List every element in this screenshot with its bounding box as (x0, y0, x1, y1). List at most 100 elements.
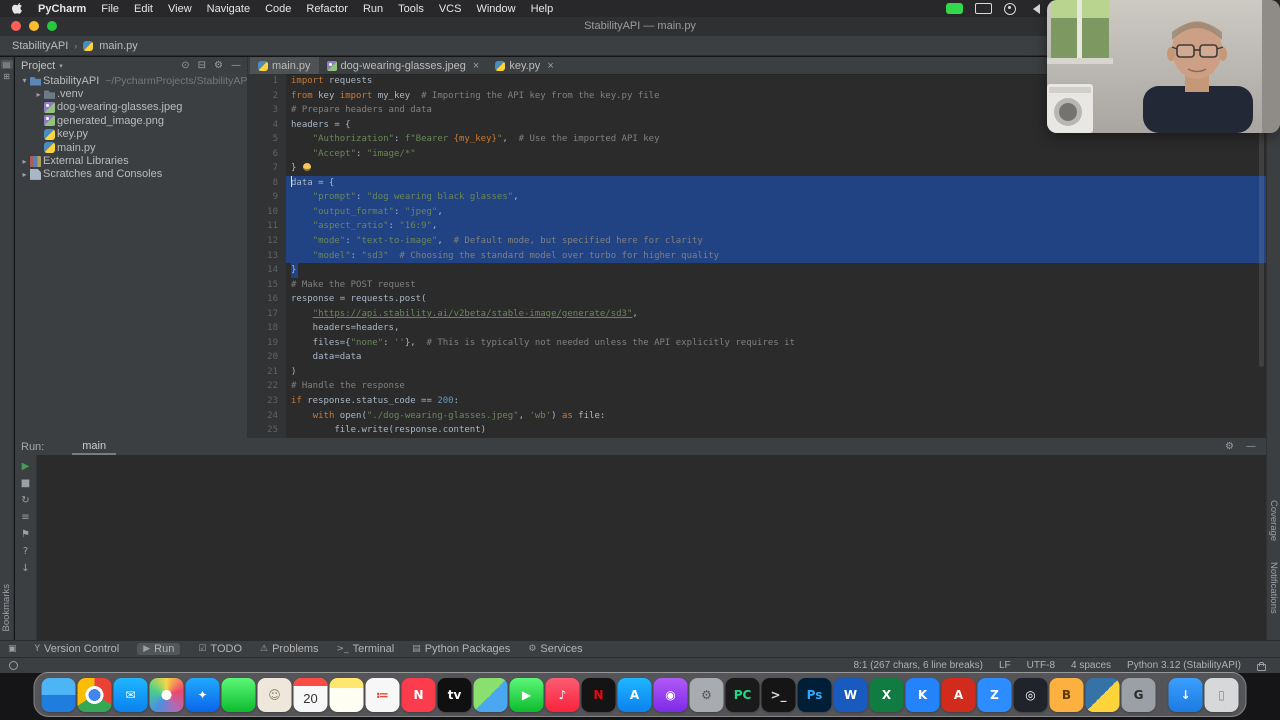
line-number[interactable]: 12 (248, 234, 286, 249)
close-tab-icon[interactable]: × (547, 60, 553, 72)
dock-github-icon[interactable]: G (1121, 677, 1156, 712)
toolwindow-switcher-icon[interactable]: ▣ (8, 644, 17, 654)
line-number[interactable]: 7 (248, 161, 286, 176)
code-line-15[interactable]: 15 # Make the POST request (248, 277, 1266, 293)
dock-mail-icon[interactable]: ✉ (113, 677, 148, 712)
code-line-text[interactable]: "output_format": "jpeg", (286, 204, 1266, 220)
line-number[interactable]: 15 (248, 277, 286, 293)
menu-item-tools[interactable]: Tools (398, 3, 424, 15)
line-number[interactable]: 24 (248, 408, 286, 424)
code-line-20[interactable]: 20 data=data (248, 350, 1266, 365)
code-line-8[interactable]: 8 data = { (248, 175, 1266, 191)
toolwindow-button-run[interactable]: ▶ Run (137, 643, 181, 655)
close-tab-icon[interactable]: × (473, 60, 479, 72)
menu-item-help[interactable]: Help (531, 3, 554, 15)
record-icon[interactable] (1004, 2, 1016, 15)
line-number[interactable]: 20 (248, 350, 286, 365)
dock-homebrew-icon[interactable]: B (1049, 677, 1084, 712)
line-number[interactable]: 2 (248, 88, 286, 104)
run-settings-icon[interactable]: ⚙ (1225, 441, 1234, 452)
dock-zoom-icon[interactable]: Z (977, 677, 1012, 712)
code-line-11[interactable]: 11 "aspect_ratio": "16:9", (248, 219, 1266, 235)
toolwindow-button-problems[interactable]: ⚠ Problems (260, 643, 319, 655)
chevron-icon[interactable]: ▸ (19, 157, 30, 166)
scroll-to-end-icon[interactable]: ↓ (21, 563, 29, 574)
line-number[interactable]: 22 (248, 379, 286, 395)
code-line-18[interactable]: 18 headers=headers, (248, 321, 1266, 336)
code-line-22[interactable]: 22 # Handle the response (248, 379, 1266, 395)
screen-share-icon[interactable] (946, 3, 963, 14)
dock-calendar-icon[interactable]: 20 (293, 677, 328, 712)
code-line-text[interactable]: with open("./dog-wearing-glasses.jpeg", … (286, 409, 1266, 424)
menu-item-file[interactable]: File (101, 3, 119, 15)
notifications-stripe-label[interactable]: Notifications (1268, 562, 1279, 614)
locate-icon[interactable]: ⊙ (181, 60, 189, 71)
code-line-text[interactable]: "Accept": "image/*" (286, 147, 1266, 162)
dock-settings-icon[interactable]: ⚙ (689, 677, 724, 712)
code-line-text[interactable]: # Make the POST request (286, 278, 1266, 293)
code-line-10[interactable]: 10 "output_format": "jpeg", (248, 204, 1266, 220)
dock-facetime-icon[interactable]: ▶ (509, 677, 544, 712)
run-tab-main[interactable]: main (72, 438, 117, 455)
line-number[interactable]: 1 (248, 74, 286, 89)
menu-item-pycharm[interactable]: PyCharm (38, 3, 86, 15)
dock-contacts-icon[interactable]: ☺ (257, 677, 292, 712)
line-number[interactable]: 4 (248, 117, 286, 133)
encoding-widget[interactable]: UTF-8 (1027, 660, 1055, 671)
hide-icon[interactable]: — (231, 60, 241, 71)
dock-pdf-icon[interactable]: A (941, 677, 976, 712)
menu-item-view[interactable]: View (168, 3, 192, 15)
background-tasks-icon[interactable] (9, 661, 18, 670)
code-line-text[interactable]: "Authorization": f"Bearer {my_key}", # U… (286, 132, 1266, 147)
code-line-25[interactable]: 25 file.write(response.content) (248, 423, 1266, 438)
dock-downloads-icon[interactable]: ↓ (1168, 677, 1203, 712)
intention-bulb-icon[interactable] (303, 163, 312, 172)
chevron-icon[interactable]: ▸ (33, 90, 44, 99)
line-number[interactable]: 17 (248, 306, 286, 322)
code-line-text[interactable]: "mode": "text-to-image", # Default mode,… (286, 234, 1266, 249)
dock-news-icon[interactable]: N (401, 677, 436, 712)
run-hide-icon[interactable]: — (1246, 441, 1256, 452)
project-panel-title[interactable]: Project (21, 60, 55, 72)
menu-item-edit[interactable]: Edit (134, 3, 153, 15)
code-line-text[interactable]: "https://api.stability.ai/v2beta/stable-… (286, 307, 1266, 322)
code-line-19[interactable]: 19 files={"none": ''}, # This is typical… (248, 335, 1266, 351)
line-number[interactable]: 25 (248, 423, 286, 438)
minimize-button[interactable] (29, 21, 39, 31)
code-line-7[interactable]: 7} (248, 161, 1266, 176)
dock-excel-icon[interactable]: X (869, 677, 904, 712)
code-line-text[interactable]: "aspect_ratio": "16:9", (286, 219, 1266, 235)
lock-icon[interactable] (1257, 661, 1266, 671)
menu-item-run[interactable]: Run (363, 3, 383, 15)
dock-messages-icon[interactable] (221, 677, 256, 712)
chevron-icon[interactable]: ▾ (19, 76, 30, 85)
code-line-12[interactable]: 12 "mode": "text-to-image", # Default mo… (248, 234, 1266, 249)
code-line-6[interactable]: 6 "Accept": "image/*" (248, 146, 1266, 162)
menu-item-code[interactable]: Code (265, 3, 291, 15)
line-separator-widget[interactable]: LF (999, 660, 1011, 671)
menu-item-vcs[interactable]: VCS (439, 3, 462, 15)
dock-netflix-icon[interactable]: N (581, 677, 616, 712)
bookmarks-stripe-label[interactable]: Bookmarks (1, 584, 12, 632)
rerun-icon[interactable]: ▶ (22, 461, 30, 472)
menu-item-navigate[interactable]: Navigate (207, 3, 250, 15)
dock-music-icon[interactable]: ♪ (545, 677, 580, 712)
dock-keynote-icon[interactable]: K (905, 677, 940, 712)
code-line-text[interactable]: data = { (286, 175, 1266, 191)
tree-item-external-libraries[interactable]: ▸ External Libraries (15, 154, 247, 167)
code-line-text[interactable]: } (286, 161, 1266, 176)
code-line-text[interactable]: } (286, 263, 1266, 278)
code-line-13[interactable]: 13 "model": "sd3" # Choosing the standar… (248, 248, 1266, 264)
tree-item-scratches-and-consoles[interactable]: ▸ Scratches and Consoles (15, 168, 247, 181)
caret-position-widget[interactable]: 8:1 (267 chars, 6 line breaks) (853, 660, 983, 671)
tree-item-generated-image-png[interactable]: generated_image.png (15, 114, 247, 127)
menu-item-window[interactable]: Window (476, 3, 515, 15)
pin-icon[interactable]: ⚑ (21, 529, 30, 540)
code-line-9[interactable]: 9 "prompt": "dog wearing black glasses", (248, 190, 1266, 205)
toolwindow-button-version-control[interactable]: Y Version Control (35, 643, 120, 655)
toolwindow-button-todo[interactable]: ☑ TODO (198, 643, 242, 655)
code-line-text[interactable]: ) (286, 365, 1266, 380)
code-line-23[interactable]: 23 if response.status_code == 200: (248, 394, 1266, 409)
apple-menu-icon[interactable] (12, 2, 23, 15)
code-line-text[interactable]: headers=headers, (286, 321, 1266, 336)
